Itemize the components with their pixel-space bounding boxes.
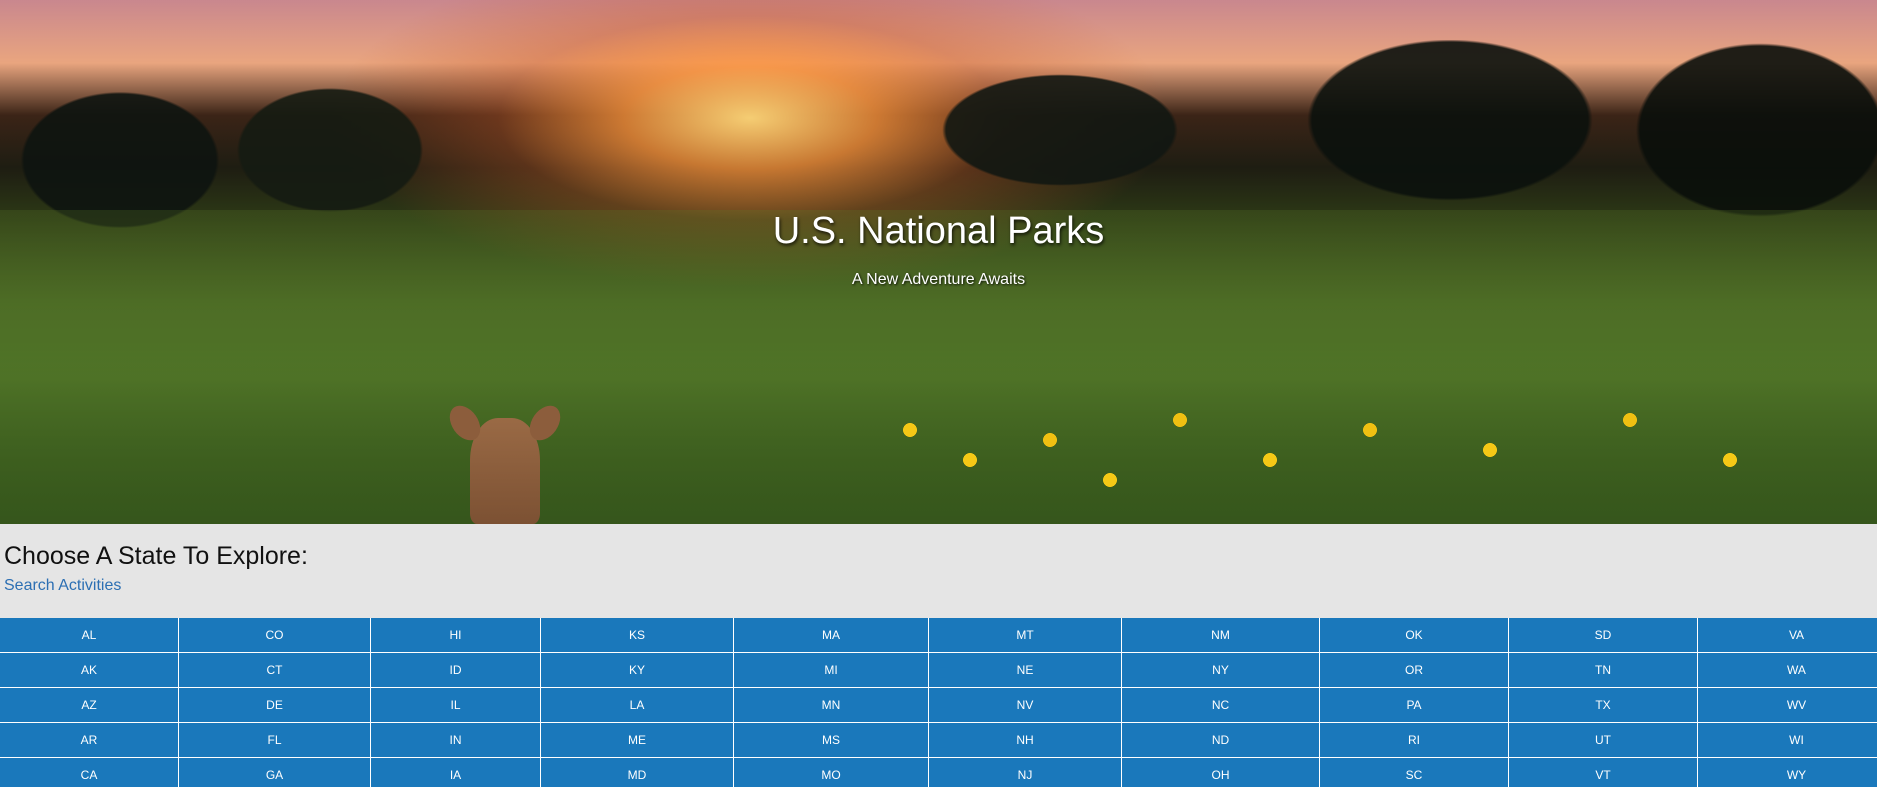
state-button-de[interactable]: DE [179, 688, 370, 722]
state-button-ga[interactable]: GA [179, 758, 370, 787]
state-button-nd[interactable]: ND [1122, 723, 1319, 757]
state-button-grid: AL CO HI KS MA MT NM OK SD VA AK CT ID KY MI NE NY OR TN WA… [0, 618, 1877, 787]
state-button-az[interactable]: AZ [0, 688, 178, 722]
state-button-fl[interactable]: FL [179, 723, 370, 757]
state-button-md[interactable]: MD [541, 758, 733, 787]
state-button-ct[interactable]: CT [179, 653, 370, 687]
choose-state-heading: Choose A State To Explore: [4, 542, 308, 570]
state-button-ma[interactable]: MA [734, 618, 928, 652]
state-button-sd[interactable]: SD [1509, 618, 1697, 652]
state-button-ok[interactable]: OK [1320, 618, 1508, 652]
hero-treeline [0, 40, 1877, 230]
state-button-al[interactable]: AL [0, 618, 178, 652]
state-button-ny[interactable]: NY [1122, 653, 1319, 687]
state-button-mi[interactable]: MI [734, 653, 928, 687]
state-button-mo[interactable]: MO [734, 758, 928, 787]
state-button-wa[interactable]: WA [1698, 653, 1877, 687]
search-activities-link[interactable]: Search Activities [4, 577, 121, 595]
hero-flowers [850, 400, 1850, 524]
state-button-il[interactable]: IL [371, 688, 540, 722]
state-button-wy[interactable]: WY [1698, 758, 1877, 787]
state-button-sc[interactable]: SC [1320, 758, 1508, 787]
state-button-nj[interactable]: NJ [929, 758, 1121, 787]
state-button-nh[interactable]: NH [929, 723, 1121, 757]
state-button-in[interactable]: IN [371, 723, 540, 757]
state-button-nm[interactable]: NM [1122, 618, 1319, 652]
state-button-id[interactable]: ID [371, 653, 540, 687]
state-button-tx[interactable]: TX [1509, 688, 1697, 722]
state-button-ar[interactable]: AR [0, 723, 178, 757]
state-button-ky[interactable]: KY [541, 653, 733, 687]
hero-banner: U.S. National Parks A New Adventure Awai… [0, 0, 1877, 524]
state-button-co[interactable]: CO [179, 618, 370, 652]
state-button-mn[interactable]: MN [734, 688, 928, 722]
state-button-nv[interactable]: NV [929, 688, 1121, 722]
page-subtitle: A New Adventure Awaits [851, 271, 1026, 288]
state-button-va[interactable]: VA [1698, 618, 1877, 652]
state-button-pa[interactable]: PA [1320, 688, 1508, 722]
state-button-ks[interactable]: KS [541, 618, 733, 652]
state-button-oh[interactable]: OH [1122, 758, 1319, 787]
state-button-wi[interactable]: WI [1698, 723, 1877, 757]
state-button-vt[interactable]: VT [1509, 758, 1697, 787]
state-button-ia[interactable]: IA [371, 758, 540, 787]
state-button-nc[interactable]: NC [1122, 688, 1319, 722]
state-button-la[interactable]: LA [541, 688, 733, 722]
page-title: U.S. National Parks [772, 210, 1105, 252]
state-button-ri[interactable]: RI [1320, 723, 1508, 757]
state-button-me[interactable]: ME [541, 723, 733, 757]
state-button-ne[interactable]: NE [929, 653, 1121, 687]
state-chooser-header: Choose A State To Explore: Search Activi… [0, 524, 1877, 618]
state-button-mt[interactable]: MT [929, 618, 1121, 652]
state-button-ca[interactable]: CA [0, 758, 178, 787]
hero-deer [470, 418, 540, 524]
state-button-ak[interactable]: AK [0, 653, 178, 687]
state-button-or[interactable]: OR [1320, 653, 1508, 687]
state-button-hi[interactable]: HI [371, 618, 540, 652]
state-button-tn[interactable]: TN [1509, 653, 1697, 687]
state-button-wv[interactable]: WV [1698, 688, 1877, 722]
state-button-ut[interactable]: UT [1509, 723, 1697, 757]
state-button-ms[interactable]: MS [734, 723, 928, 757]
